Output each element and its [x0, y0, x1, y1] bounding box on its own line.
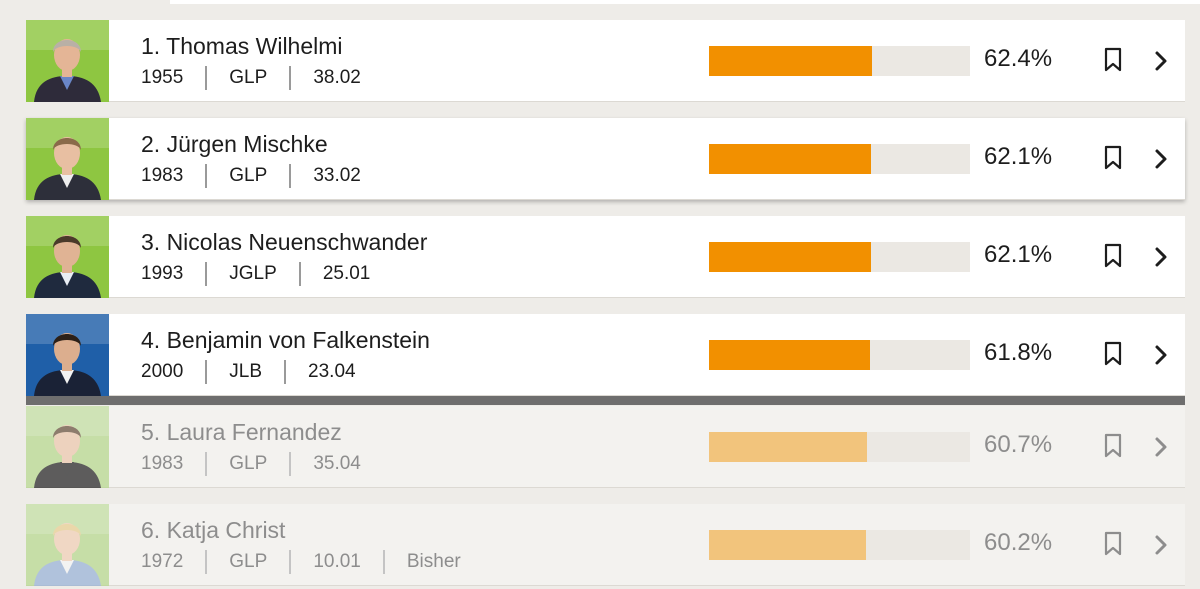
vote-percent: 60.7%: [984, 431, 1053, 458]
separator: [205, 452, 208, 476]
candidate-row-5[interactable]: 5. Laura Fernandez 1983 GLP 35.04 60.7%: [26, 406, 1185, 488]
candidate-row-6[interactable]: 6. Katja Christ 1972 GLP 10.01 Bisher 60.2%: [26, 504, 1185, 586]
vote-bar-fill: [709, 340, 871, 370]
chevron-right-icon[interactable]: [1152, 342, 1170, 368]
separator: [205, 66, 208, 90]
party: JLB: [229, 361, 263, 382]
list-number: 38.02: [313, 67, 361, 88]
vote-bar-fill: [709, 46, 872, 76]
party: GLP: [229, 453, 268, 474]
bookmark-icon[interactable]: [1103, 531, 1123, 557]
vote-percent: 62.1%: [984, 241, 1053, 268]
vote-percent: 60.2%: [984, 529, 1053, 556]
candidate-row-4[interactable]: 4. Benjamin von Falkenstein 2000 JLB 23.04…: [26, 314, 1185, 396]
portrait-young-man-blue-backdrop-image: [26, 314, 109, 396]
birth-year: 1955: [141, 67, 184, 88]
incumbent-label: Bisher: [406, 551, 461, 572]
vote-bar: [709, 144, 970, 174]
separator: [205, 360, 208, 384]
candidate-meta: 1983 GLP 35.04: [141, 452, 361, 476]
list-number: 10.01: [313, 551, 361, 572]
candidate-name: 5. Laura Fernandez: [141, 419, 342, 445]
separator: [382, 550, 385, 574]
party: GLP: [229, 551, 268, 572]
list-number: 25.01: [322, 263, 371, 284]
vote-bar: [709, 432, 970, 462]
vote-bar: [709, 340, 970, 370]
candidate-row-3[interactable]: 3. Nicolas Neuenschwander 1993 JGLP 25.01 …: [26, 216, 1185, 298]
candidate-photo: [26, 406, 109, 488]
separator: [284, 360, 287, 384]
separator: [289, 164, 292, 188]
bookmark-icon[interactable]: [1103, 341, 1123, 367]
candidate-name: 3. Nicolas Neuenschwander: [141, 229, 428, 255]
candidate-meta: 1972 GLP 10.01 Bisher: [141, 550, 461, 574]
portrait-young-man-suit-image: [26, 216, 109, 298]
chevron-right-icon[interactable]: [1152, 434, 1170, 460]
portrait-woman-blonde-image: [26, 504, 109, 586]
portrait-woman-dark-jacket-image: [26, 406, 109, 488]
candidate-photo: [26, 216, 109, 298]
chevron-right-icon[interactable]: [1152, 48, 1170, 74]
candidate-meta: 1955 GLP 38.02: [141, 66, 361, 90]
separator: [289, 550, 292, 574]
candidate-photo: [26, 504, 109, 586]
vote-bar-fill: [709, 530, 867, 560]
vote-bar-fill: [709, 144, 872, 174]
bookmark-icon[interactable]: [1103, 433, 1123, 459]
vote-bar: [709, 530, 970, 560]
party: GLP: [229, 67, 268, 88]
bookmark-icon[interactable]: [1103, 47, 1123, 73]
portrait-older-man-suit-image: [26, 20, 109, 102]
separator: [289, 66, 292, 90]
vote-percent: 62.4%: [984, 45, 1053, 72]
vote-bar: [709, 242, 970, 272]
candidate-list: 1. Thomas Wilhelmi 1955 GLP 38.02 62.4% 2.…: [0, 0, 1200, 589]
candidate-row-1[interactable]: 1. Thomas Wilhelmi 1955 GLP 38.02 62.4%: [26, 20, 1185, 102]
candidate-meta: 1983 GLP 33.02: [141, 164, 361, 188]
candidate-photo: [26, 20, 109, 102]
list-number: 35.04: [313, 453, 361, 474]
bookmark-icon[interactable]: [1103, 243, 1123, 269]
vote-percent: 61.8%: [984, 339, 1053, 366]
portrait-man-glasses-image: [26, 118, 109, 200]
vote-percent: 62.1%: [984, 143, 1053, 170]
party: GLP: [229, 165, 268, 186]
vote-bar-fill: [709, 432, 868, 462]
birth-year: 1983: [141, 165, 184, 186]
candidate-meta: 1993 JGLP 25.01: [141, 262, 370, 286]
list-number: 33.02: [313, 165, 361, 186]
separator: [289, 452, 292, 476]
elected-cutoff-line: [26, 396, 1185, 405]
separator: [205, 164, 208, 188]
candidate-name: 1. Thomas Wilhelmi: [141, 33, 343, 59]
separator: [205, 262, 208, 286]
candidate-name: 6. Katja Christ: [141, 517, 286, 543]
party: JGLP: [229, 263, 277, 284]
bookmark-icon[interactable]: [1103, 145, 1123, 171]
candidate-name: 4. Benjamin von Falkenstein: [141, 327, 430, 353]
candidate-name: 2. Jürgen Mischke: [141, 131, 328, 157]
birth-year: 1972: [141, 551, 184, 572]
separator: [205, 550, 208, 574]
list-number: 23.04: [308, 361, 356, 382]
birth-year: 1993: [141, 263, 184, 284]
chevron-right-icon[interactable]: [1152, 146, 1170, 172]
candidate-photo: [26, 314, 109, 396]
chevron-right-icon[interactable]: [1152, 244, 1170, 270]
separator: [298, 262, 301, 286]
chevron-right-icon[interactable]: [1152, 532, 1170, 558]
birth-year: 1983: [141, 453, 184, 474]
candidate-row-2[interactable]: 2. Jürgen Mischke 1983 GLP 33.02 62.1%: [26, 118, 1185, 200]
candidate-photo: [26, 118, 109, 200]
vote-bar: [709, 46, 970, 76]
candidate-meta: 2000 JLB 23.04: [141, 360, 356, 384]
birth-year: 2000: [141, 361, 184, 382]
vote-bar-fill: [709, 242, 872, 272]
